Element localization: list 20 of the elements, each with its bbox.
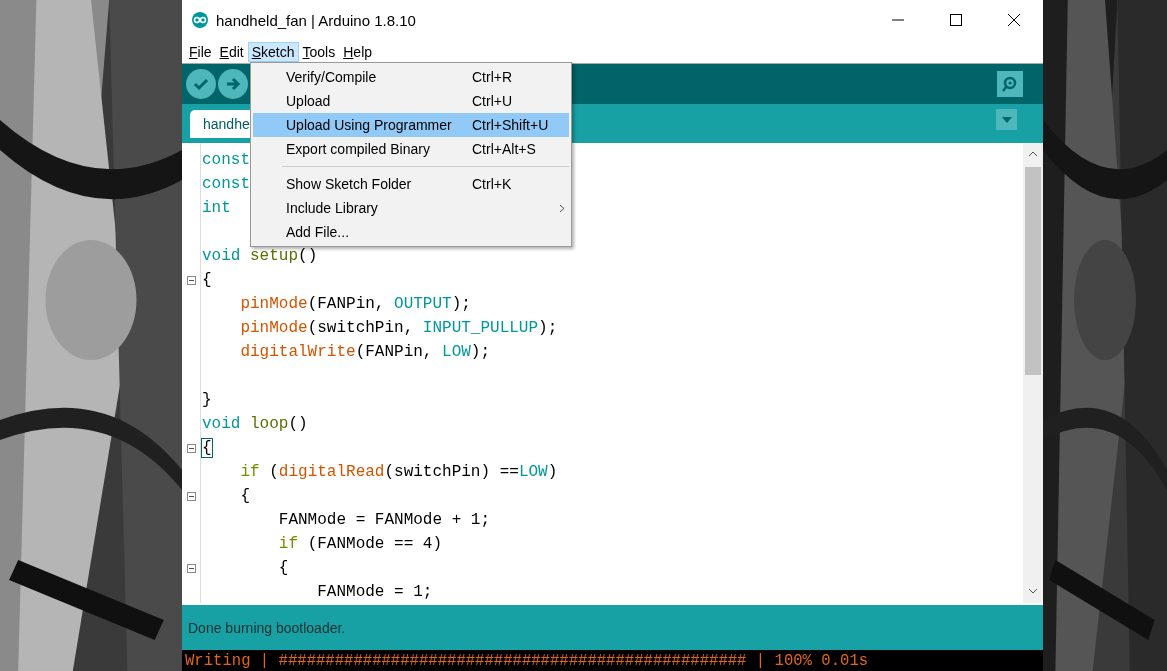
- code-line: digitalWrite(FANPin, LOW);: [239, 343, 491, 361]
- code-line: const: [202, 151, 250, 169]
- code-line: const: [202, 175, 250, 193]
- code-line: {: [202, 271, 212, 289]
- console-output: Writing | ################################################## | 100% 0.01s: [185, 651, 869, 670]
- window-title: handheld_fan | Arduino 1.8.10: [216, 11, 417, 29]
- code-line: void setup(): [202, 247, 318, 265]
- code-line: FANMode = 1;: [316, 583, 433, 601]
- code-line: FANMode = FANMode + 1;: [277, 511, 491, 529]
- code-line: if (FANMode == 4): [277, 535, 443, 553]
- code-line: {: [239, 487, 250, 505]
- code-line: pinMode(switchPin, INPUT_PULLUP);: [239, 319, 558, 337]
- code-line: pinMode(FANPin, OUTPUT);: [239, 295, 471, 313]
- code-line: if (digitalRead(switchPin) ==LOW): [239, 463, 558, 481]
- code-line: void loop(): [202, 415, 308, 433]
- status-message: Done burning bootloader.: [188, 619, 346, 636]
- code-line: {: [277, 559, 289, 577]
- code-line: {: [202, 439, 212, 457]
- code-line: }: [202, 391, 212, 409]
- code-line: int: [202, 199, 231, 217]
